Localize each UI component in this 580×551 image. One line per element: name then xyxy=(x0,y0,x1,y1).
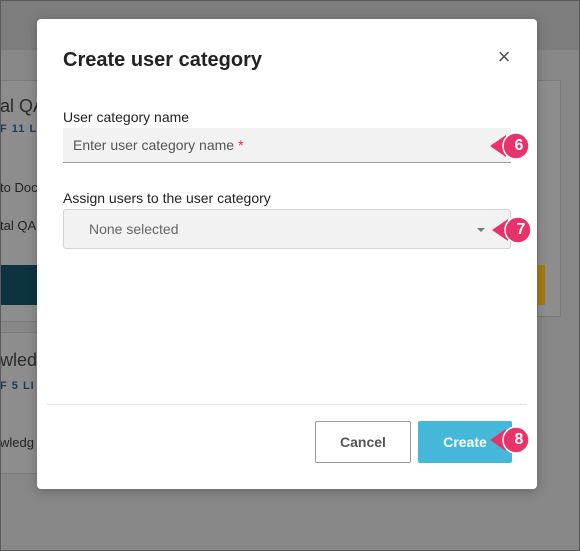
close-icon[interactable]: × xyxy=(495,46,513,68)
cancel-button[interactable]: Cancel xyxy=(315,421,411,463)
callout-number: 8 xyxy=(514,431,524,448)
callout-marker-7: 7 xyxy=(492,216,532,244)
background-card1-subtitle: F 11 LI xyxy=(0,123,42,135)
user-category-name-label: User category name xyxy=(63,109,190,125)
callout-marker-6: 6 xyxy=(490,132,530,160)
background-dark-button xyxy=(0,265,37,305)
callout-number: 6 xyxy=(514,137,524,154)
name-input-placeholder: Enter user category name xyxy=(73,137,235,153)
background-yellow-button xyxy=(537,265,545,305)
callout-number: 7 xyxy=(516,221,526,238)
background-card2-line1: wledg xyxy=(0,435,34,450)
callout-marker-8: 8 xyxy=(490,426,530,454)
user-category-name-input[interactable]: Enter user category name * xyxy=(63,128,511,163)
create-user-category-dialog: Create user category × User category nam… xyxy=(37,19,537,489)
assign-users-select[interactable]: None selected xyxy=(63,209,511,249)
background-card1-line1: to Doc xyxy=(0,180,38,195)
footer-divider xyxy=(47,404,527,405)
assign-users-label: Assign users to the user category xyxy=(63,190,271,206)
dialog-title: Create user category xyxy=(63,49,262,71)
background-card1-line2: tal QA xyxy=(0,218,37,233)
chevron-down-icon xyxy=(477,228,485,232)
background-card2-subtitle: F 5 LI xyxy=(0,380,35,392)
required-mark: * xyxy=(238,137,244,153)
assign-users-selected-value: None selected xyxy=(89,221,179,237)
